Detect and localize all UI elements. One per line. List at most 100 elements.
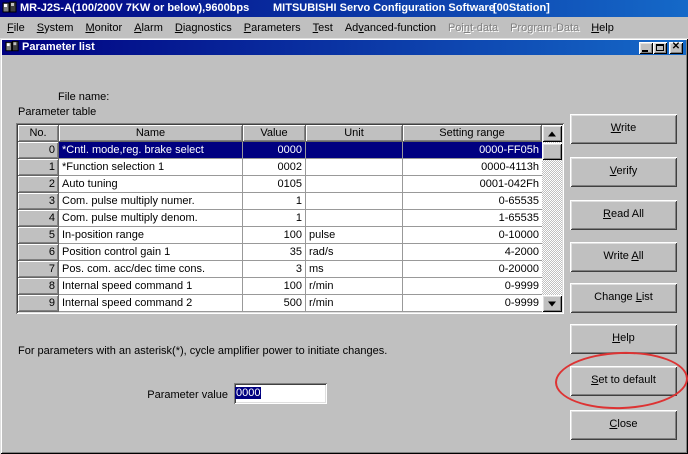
menu-file[interactable]: File: [1, 20, 31, 36]
cell-no[interactable]: 4: [18, 210, 59, 227]
screen: MR-J2S-A(100/200V 7KW or below),9600bps …: [0, 0, 688, 454]
scrollbar-thumb[interactable]: [542, 143, 562, 160]
table-row[interactable]: 8Internal speed command 1100r/min0-9999: [18, 278, 542, 295]
cell-value: 100: [243, 278, 306, 295]
cell-unit: [306, 159, 403, 176]
app-icon: [2, 1, 18, 15]
close-icon-button[interactable]: ✕: [669, 42, 683, 54]
cell-unit: pulse: [306, 227, 403, 244]
table-scrollbar[interactable]: [542, 125, 562, 312]
cell-range: 0-65535: [403, 193, 542, 210]
scroll-up-button[interactable]: [542, 125, 562, 142]
parameter-value-text: 0000: [235, 387, 261, 399]
cell-value: 0002: [243, 159, 306, 176]
parameter-table: No.NameValueUnitSetting range0*Cntl. mod…: [16, 123, 564, 314]
cell-name: *Cntl. mode,reg. brake select: [59, 142, 243, 159]
write-all-button[interactable]: Write All: [570, 242, 677, 272]
menu-advanced-function[interactable]: Advanced-function: [339, 20, 442, 36]
cell-value: 500: [243, 295, 306, 312]
cell-range: 1-65535: [403, 210, 542, 227]
table-row[interactable]: 4Com. pulse multiply denom.1 1-65535: [18, 210, 542, 227]
cell-no[interactable]: 1: [18, 159, 59, 176]
main-title-model: MR-J2S-A(100/200V 7KW or below),9600bps: [20, 2, 249, 14]
cell-range: 0-20000: [403, 261, 542, 278]
table-row[interactable]: 1*Function selection 10002 0000-4113h: [18, 159, 542, 176]
cell-name: Auto tuning: [59, 176, 243, 193]
cell-value: 1: [243, 193, 306, 210]
change-list-button[interactable]: Change List: [570, 283, 677, 313]
cell-no[interactable]: 5: [18, 227, 59, 244]
cell-name: Position control gain 1: [59, 244, 243, 261]
cell-value: 1: [243, 210, 306, 227]
table-header-row: No.NameValueUnitSetting range: [18, 125, 542, 142]
cell-unit: [306, 210, 403, 227]
scroll-down-icon: [548, 301, 556, 306]
scroll-up-icon: [548, 131, 556, 136]
column-header-value[interactable]: Value: [243, 125, 306, 142]
menu-test[interactable]: Test: [307, 20, 339, 36]
menu-help[interactable]: Help: [585, 20, 620, 36]
cell-name: *Function selection 1: [59, 159, 243, 176]
menu-parameters[interactable]: Parameters: [238, 20, 307, 36]
column-header-setting-range[interactable]: Setting range: [403, 125, 542, 142]
minimize-button[interactable]: [639, 42, 653, 54]
cell-range: 4-2000: [403, 244, 542, 261]
close-icon: ✕: [669, 41, 683, 52]
maximize-button[interactable]: [653, 42, 667, 54]
table-row[interactable]: 0*Cntl. mode,reg. brake select0000 0000-F…: [18, 142, 542, 159]
cell-range: 0-9999: [403, 295, 542, 312]
cell-unit: [306, 142, 403, 159]
column-header-unit[interactable]: Unit: [306, 125, 403, 142]
cell-no[interactable]: 2: [18, 176, 59, 193]
set-to-default-button[interactable]: Set to default: [570, 366, 677, 396]
write-button[interactable]: Write: [570, 114, 677, 144]
scroll-down-button[interactable]: [542, 295, 562, 312]
cell-name: Com. pulse multiply denom.: [59, 210, 243, 227]
cell-no[interactable]: 9: [18, 295, 59, 312]
dialog-icon: [5, 40, 20, 54]
read-all-button[interactable]: Read All: [570, 200, 677, 230]
table-row[interactable]: 6Position control gain 135rad/s4-2000: [18, 244, 542, 261]
cell-no[interactable]: 3: [18, 193, 59, 210]
table-row[interactable]: 7Pos. com. acc/dec time cons.3ms0-20000: [18, 261, 542, 278]
parameter-table-body: No.NameValueUnitSetting range0*Cntl. mod…: [18, 125, 542, 312]
cell-no[interactable]: 8: [18, 278, 59, 295]
column-header-no[interactable]: No.: [18, 125, 59, 142]
cell-value: 0105: [243, 176, 306, 193]
parameter-value-input[interactable]: 0000: [234, 383, 327, 404]
table-row[interactable]: 2Auto tuning01050001-042Fh: [18, 176, 542, 193]
menu-alarm[interactable]: Alarm: [128, 20, 169, 36]
cell-value: 0000: [243, 142, 306, 159]
file-name-label: File name:: [58, 91, 109, 103]
cell-unit: ms: [306, 261, 403, 278]
close-button[interactable]: Close: [570, 410, 677, 440]
cell-unit: rad/s: [306, 244, 403, 261]
cell-name: Internal speed command 2: [59, 295, 243, 312]
cell-name: Pos. com. acc/dec time cons.: [59, 261, 243, 278]
cell-name: Com. pulse multiply numer.: [59, 193, 243, 210]
menu-monitor[interactable]: Monitor: [79, 20, 128, 36]
cell-no[interactable]: 6: [18, 244, 59, 261]
cell-unit: r/min: [306, 295, 403, 312]
verify-button[interactable]: Verify: [570, 157, 677, 187]
cell-name: In-position range: [59, 227, 243, 244]
cell-no[interactable]: 7: [18, 261, 59, 278]
table-row[interactable]: 9Internal speed command 2500r/min0-9999: [18, 295, 542, 312]
column-header-name[interactable]: Name: [59, 125, 243, 142]
cell-range: 0000-4113h: [403, 159, 542, 176]
menu-diagnostics[interactable]: Diagnostics: [169, 20, 238, 36]
cell-no[interactable]: 0: [18, 142, 59, 159]
menu-bar: FileSystemMonitorAlarmDiagnosticsParamet…: [0, 17, 688, 38]
cell-value: 100: [243, 227, 306, 244]
cell-value: 3: [243, 261, 306, 278]
menu-program-data: Program-Data: [504, 20, 585, 36]
cell-name: Internal speed command 1: [59, 278, 243, 295]
table-row[interactable]: 5In-position range100pulse0-10000: [18, 227, 542, 244]
menu-system[interactable]: System: [31, 20, 80, 36]
main-title-station: [00Station]: [493, 2, 550, 14]
help-button[interactable]: Help: [570, 324, 677, 354]
table-row[interactable]: 3Com. pulse multiply numer.1 0-65535: [18, 193, 542, 210]
asterisk-note: For parameters with an asterisk(*), cycl…: [18, 345, 387, 357]
menu-point-data: Point-data: [442, 20, 504, 36]
cell-range: 0000-FF05h: [403, 142, 542, 159]
